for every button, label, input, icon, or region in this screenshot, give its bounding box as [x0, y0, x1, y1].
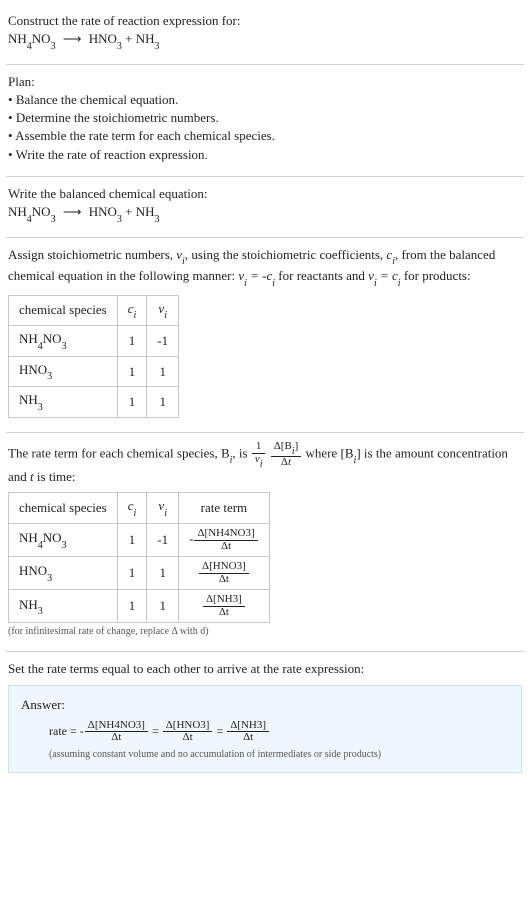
cell-ci: 1 [117, 557, 147, 590]
cell-ci: 1 [117, 356, 147, 387]
col-species: chemical species [9, 493, 118, 524]
divider [6, 651, 524, 652]
header-section: Construct the rate of reaction expressio… [6, 8, 524, 60]
plan-item-text: Determine the stoichiometric numbers. [16, 110, 219, 125]
fraction: 1νi [252, 441, 266, 468]
col-ci: ci [117, 295, 147, 326]
assumption-note: (assuming constant volume and no accumul… [49, 748, 509, 762]
cell-species: NH4NO3 [9, 326, 118, 357]
arrow-icon: ⟶ [63, 203, 82, 221]
rateterm-text: The rate term for each chemical species,… [8, 441, 522, 486]
plan-item: • Determine the stoichiometric numbers. [8, 109, 522, 127]
divider [6, 237, 524, 238]
cell-nui: 1 [147, 590, 179, 623]
cell-species: HNO3 [9, 557, 118, 590]
cell-nui: -1 [147, 326, 179, 357]
plan-item-text: Write the rate of reaction expression. [16, 147, 208, 162]
header-equation: NH4NO3 ⟶ HNO3 + NH3 [8, 30, 522, 52]
cell-ci: 1 [117, 326, 147, 357]
cell-species: NH4NO3 [9, 524, 118, 557]
header-title: Construct the rate of reaction expressio… [8, 12, 522, 30]
plan-item: • Assemble the rate term for each chemic… [8, 127, 522, 145]
table-row: NH3 1 1 [9, 387, 179, 418]
table-row: NH4NO3 1 -1 [9, 326, 179, 357]
text-fragment: for reactants and [275, 268, 368, 283]
rateterm-section: The rate term for each chemical species,… [6, 437, 524, 647]
final-section: Set the rate terms equal to each other t… [6, 656, 524, 780]
text-fragment: The rate term for each chemical species,… [8, 446, 230, 461]
arrow-icon: ⟶ [63, 30, 82, 48]
answer-box: Answer: rate = -Δ[NH4NO3]Δt = Δ[HNO3]Δt … [8, 685, 522, 773]
col-species: chemical species [9, 295, 118, 326]
table-row: NH4NO3 1 -1 -Δ[NH4NO3]Δt [9, 524, 270, 557]
text-fragment: where [B [306, 446, 354, 461]
table-row: HNO3 1 1 [9, 356, 179, 387]
cell-rate: -Δ[NH4NO3]Δt [179, 524, 270, 557]
stoich-table: chemical species ci νi NH4NO3 1 -1 HNO3 … [8, 295, 179, 418]
cell-nui: -1 [147, 524, 179, 557]
stoich-text: Assign stoichiometric numbers, νi, using… [8, 246, 522, 289]
text-fragment: is time: [34, 469, 76, 484]
plan-item: • Balance the chemical equation. [8, 91, 522, 109]
table-row: HNO3 1 1 Δ[HNO3]Δt [9, 557, 270, 590]
col-nui: νi [147, 295, 179, 326]
neg-sign: - [189, 531, 193, 546]
table-header-row: chemical species ci νi rate term [9, 493, 270, 524]
cell-rate: Δ[HNO3]Δt [179, 557, 270, 590]
neg-sign: - [80, 724, 84, 738]
stoich-section: Assign stoichiometric numbers, νi , using… [6, 242, 524, 429]
plan-item-text: Balance the chemical equation. [16, 92, 178, 107]
cell-ci: 1 [117, 590, 147, 623]
equals-sign: = [216, 724, 226, 738]
text-fragment: for products: [401, 268, 471, 283]
cell-nui: 1 [147, 356, 179, 387]
cell-rate: Δ[NH3]Δt [179, 590, 270, 623]
rate-expression: rate = -Δ[NH4NO3]Δt = Δ[HNO3]Δt = Δ[NH3]… [49, 720, 509, 744]
balanced-section: Write the balanced chemical equation: NH… [6, 181, 524, 233]
text-fragment: , using the stoichiometric coefficients, [185, 247, 387, 262]
text-fragment: Assign stoichiometric numbers, [8, 247, 176, 262]
cell-species: HNO3 [9, 356, 118, 387]
table-row: NH3 1 1 Δ[NH3]Δt [9, 590, 270, 623]
balanced-title: Write the balanced chemical equation: [8, 185, 522, 203]
table-header-row: chemical species ci νi [9, 295, 179, 326]
cell-ci: 1 [117, 524, 147, 557]
plan-item-text: Assemble the rate term for each chemical… [15, 128, 275, 143]
fraction: Δ[Bi]Δt [271, 441, 302, 468]
fraction: Δ[HNO3]Δt [199, 561, 249, 585]
rateterm-footnote: (for infinitesimal rate of change, repla… [8, 625, 522, 639]
divider [6, 64, 524, 65]
cell-species: NH3 [9, 387, 118, 418]
answer-label: Answer: [21, 696, 509, 714]
cell-ci: 1 [117, 387, 147, 418]
divider [6, 432, 524, 433]
fraction: Δ[NH4NO3]Δt [194, 528, 257, 552]
plan-section: Plan: • Balance the chemical equation. •… [6, 69, 524, 172]
col-ci: ci [117, 493, 147, 524]
text-fragment: , is [232, 446, 250, 461]
col-nui: νi [147, 493, 179, 524]
col-rate: rate term [179, 493, 270, 524]
plan-item: • Write the rate of reaction expression. [8, 146, 522, 164]
balanced-equation: NH4NO3 ⟶ HNO3 + NH3 [8, 203, 522, 225]
divider [6, 176, 524, 177]
equals-sign: = [152, 724, 162, 738]
cell-species: NH3 [9, 590, 118, 623]
fraction: Δ[NH4NO3]Δt [85, 720, 148, 744]
fraction: Δ[NH3]Δt [227, 720, 269, 744]
cell-nui: 1 [147, 387, 179, 418]
rate-prefix: rate = [49, 724, 80, 738]
plan-title: Plan: [8, 73, 522, 91]
cell-nui: 1 [147, 557, 179, 590]
fraction: Δ[NH3]Δt [203, 594, 245, 618]
rateterm-table: chemical species ci νi rate term NH4NO3 … [8, 492, 270, 623]
fraction: Δ[HNO3]Δt [163, 720, 213, 744]
final-intro: Set the rate terms equal to each other t… [8, 660, 522, 678]
